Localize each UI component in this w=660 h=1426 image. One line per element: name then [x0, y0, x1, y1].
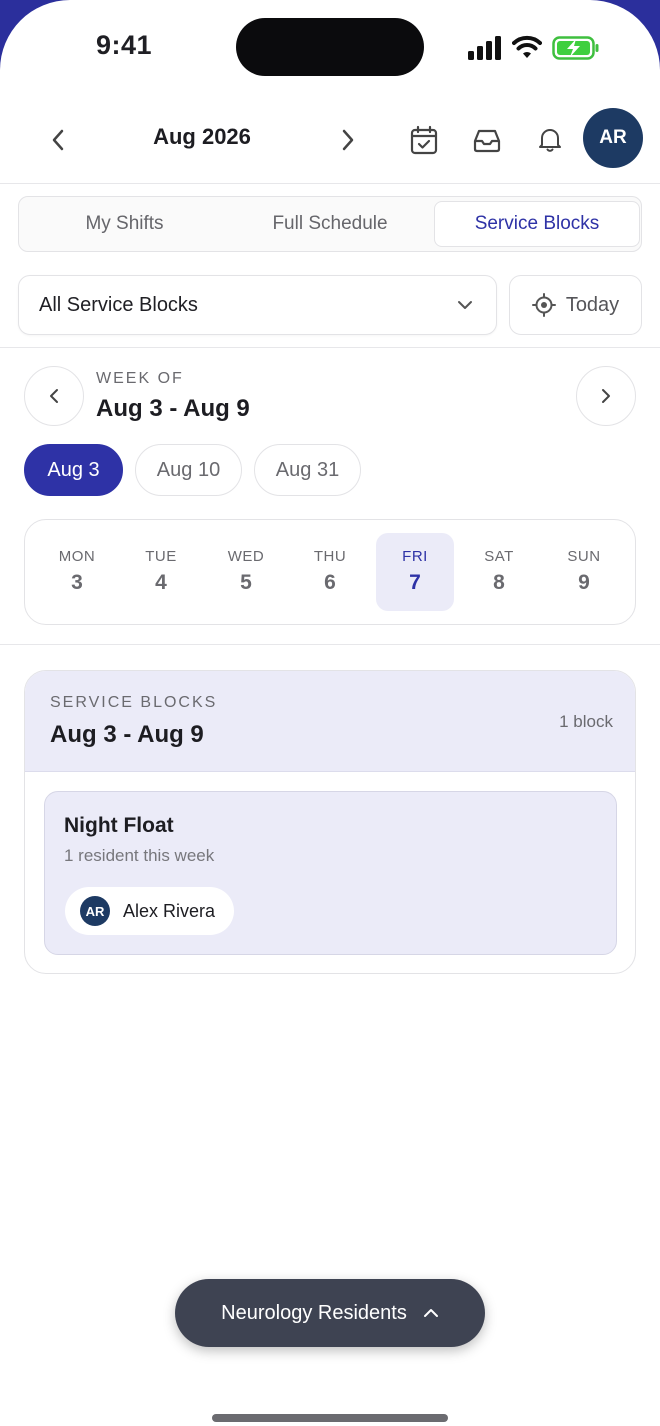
- today-label: Today: [565, 293, 620, 316]
- notifications-button[interactable]: [528, 118, 572, 162]
- calendar-check-icon: [410, 125, 438, 155]
- profile-avatar[interactable]: AR: [583, 108, 643, 168]
- service-blocks-card-header: SERVICE BLOCKS Aug 3 - Aug 9 1 block: [25, 671, 635, 772]
- day-number: 8: [493, 571, 505, 594]
- status-bar: 9:41: [0, 0, 660, 96]
- previous-month-button[interactable]: [38, 120, 78, 160]
- day-tue[interactable]: TUE 4: [122, 533, 200, 611]
- service-blocks-kicker: SERVICE BLOCKS: [50, 694, 218, 711]
- day-name: FRI: [402, 548, 428, 565]
- service-block-subtitle: 1 resident this week: [64, 846, 215, 865]
- phone-screen: 9:41 Aug 2026 AR My Shifts Full Schedule…: [0, 0, 660, 1426]
- chevron-left-icon: [52, 129, 64, 151]
- resident-avatar: AR: [80, 896, 110, 926]
- chevron-down-icon: [458, 301, 472, 309]
- day-fri-selected[interactable]: FRI 7: [376, 533, 454, 611]
- group-selector-label: Neurology Residents: [221, 1301, 407, 1324]
- week-of-label: WEEK OF: [96, 370, 184, 387]
- service-blocks-card: SERVICE BLOCKS Aug 3 - Aug 9 1 block Nig…: [24, 670, 636, 974]
- day-wed[interactable]: WED 5: [207, 533, 285, 611]
- next-week-button[interactable]: [576, 366, 636, 426]
- inbox-button[interactable]: [465, 118, 509, 162]
- service-blocks-count: 1 block: [559, 712, 613, 731]
- divider: [0, 347, 660, 348]
- day-number: 4: [155, 571, 167, 594]
- day-name: THU: [313, 548, 347, 565]
- crosshair-icon: [531, 293, 556, 317]
- day-number: 5: [240, 571, 252, 594]
- day-sun[interactable]: SUN 9: [545, 533, 623, 611]
- home-indicator[interactable]: [212, 1414, 448, 1422]
- resident-name: Alex Rivera: [123, 900, 216, 921]
- day-number: 7: [409, 571, 421, 594]
- week-chip-aug-31[interactable]: Aug 31: [254, 444, 361, 496]
- status-time: 9:41: [96, 30, 153, 60]
- view-tabs: My Shifts Full Schedule Service Blocks: [18, 196, 642, 252]
- tab-full-schedule[interactable]: Full Schedule: [226, 201, 434, 247]
- cellular-signal-icon: [468, 36, 501, 60]
- service-block-name: Night Float: [64, 814, 174, 837]
- day-mon[interactable]: MON 3: [38, 533, 116, 611]
- service-blocks-range: Aug 3 - Aug 9: [50, 721, 204, 748]
- calendar-button[interactable]: [402, 118, 446, 162]
- week-chip-aug-10[interactable]: Aug 10: [135, 444, 242, 496]
- today-button[interactable]: Today: [509, 275, 642, 335]
- service-block-filter-dropdown[interactable]: All Service Blocks: [18, 275, 497, 335]
- chevron-left-icon: [50, 389, 58, 403]
- week-day-strip: MON 3 TUE 4 WED 5 THU 6 FRI 7 SAT 8 SUN 9: [24, 519, 636, 625]
- filter-selected-value: All Service Blocks: [39, 294, 198, 316]
- day-number: 6: [324, 571, 336, 594]
- app-header: Aug 2026 AR: [0, 96, 660, 184]
- day-name: TUE: [145, 548, 177, 565]
- tab-my-shifts[interactable]: My Shifts: [23, 201, 226, 247]
- previous-week-button[interactable]: [24, 366, 84, 426]
- next-month-button[interactable]: [328, 120, 368, 160]
- bell-icon: [539, 129, 561, 152]
- resident-chip[interactable]: AR Alex Rivera: [65, 887, 234, 935]
- inbox-icon: [473, 129, 501, 153]
- day-sat[interactable]: SAT 8: [460, 533, 538, 611]
- day-name: MON: [58, 548, 96, 565]
- chevron-up-icon: [423, 1309, 438, 1317]
- wifi-icon: [512, 35, 542, 58]
- day-number: 9: [578, 571, 590, 594]
- service-block-item[interactable]: Night Float 1 resident this week AR Alex…: [44, 791, 617, 955]
- group-selector-button[interactable]: Neurology Residents: [175, 1279, 485, 1347]
- chevron-right-icon: [342, 129, 354, 151]
- week-range: Aug 3 - Aug 9: [96, 395, 250, 422]
- day-number: 3: [71, 571, 83, 594]
- day-name: WED: [227, 548, 265, 565]
- tab-service-blocks[interactable]: Service Blocks: [434, 201, 640, 247]
- current-month: Aug 2026: [153, 124, 251, 149]
- chevron-right-icon: [602, 389, 610, 403]
- day-name: SUN: [567, 548, 601, 565]
- week-chip-aug-3[interactable]: Aug 3: [24, 444, 123, 496]
- battery-charging-icon: [552, 36, 599, 60]
- dynamic-island: [236, 18, 424, 76]
- day-thu[interactable]: THU 6: [291, 533, 369, 611]
- divider: [0, 644, 660, 645]
- day-name: SAT: [484, 548, 514, 565]
